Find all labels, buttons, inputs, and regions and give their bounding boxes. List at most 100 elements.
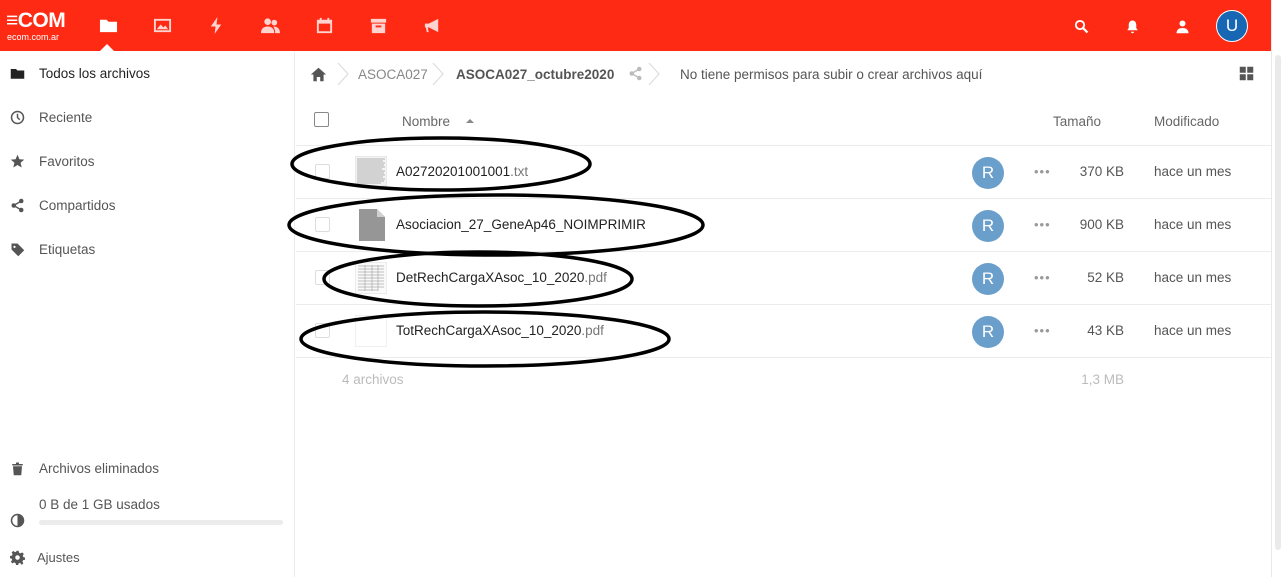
row-checkbox[interactable] — [315, 270, 330, 285]
active-app-indicator — [100, 44, 114, 51]
file-size: 900 KB — [1079, 217, 1124, 232]
sidebar-item-deleted-files[interactable]: Archivos eliminados — [0, 448, 294, 488]
file-base-name: DetRechCargaXAsoc_10_2020 — [396, 270, 585, 285]
file-modified: hace un mes — [1154, 164, 1232, 179]
sidebar-item-label: Favoritos — [39, 153, 95, 169]
sidebar-item-label: Archivos eliminados — [39, 460, 160, 476]
breadcrumb-separator-icon — [648, 62, 660, 86]
summary-file-count: 4 archivos — [342, 372, 404, 387]
sidebar-item-favorites[interactable]: Favoritos — [0, 141, 294, 181]
table-row[interactable]: TotRechCargaXAsoc_10_2020.pdf R ••• 43 K… — [296, 305, 1271, 358]
share-folder-icon[interactable] — [628, 66, 644, 82]
table-row[interactable]: A02720201001001.txt R ••• 370 KB hace un… — [296, 146, 1271, 199]
row-checkbox[interactable] — [315, 164, 330, 179]
file-size: 43 KB — [1087, 323, 1124, 338]
quota-text: 0 B de 1 GB usados — [39, 497, 160, 512]
sidebar-item-label: Compartidos — [39, 197, 116, 213]
activity-lightning-icon[interactable] — [204, 13, 228, 37]
announcement-megaphone-icon[interactable] — [420, 13, 444, 37]
pie-chart-icon — [8, 511, 26, 529]
row-checkbox[interactable] — [315, 323, 330, 338]
breadcrumb-separator-icon — [432, 62, 444, 86]
more-actions-icon[interactable]: ••• — [1034, 162, 1054, 182]
scrollbar-thumb[interactable] — [1275, 55, 1281, 550]
file-name[interactable]: A02720201001001.txt — [396, 164, 528, 179]
file-name[interactable]: TotRechCargaXAsoc_10_2020.pdf — [396, 323, 604, 338]
shared-by-avatar[interactable]: R — [972, 157, 1004, 189]
folder-icon — [8, 64, 26, 82]
gear-icon — [8, 548, 26, 566]
table-row[interactable]: DetRechCargaXAsoc_10_2020.pdf R ••• 52 K… — [296, 252, 1271, 305]
pdf-file-thumbnail-icon — [355, 262, 387, 294]
sidebar-item-label: Ajustes — [37, 549, 80, 565]
sidebar-item-label: Todos los archivos — [39, 65, 151, 81]
archive-icon[interactable] — [366, 13, 390, 37]
calendar-icon[interactable] — [312, 13, 336, 37]
contacts-menu-icon[interactable] — [1171, 15, 1193, 37]
shared-by-avatar[interactable]: R — [972, 263, 1004, 295]
pdf-file-thumbnail-icon — [355, 315, 387, 347]
file-extension: .pdf — [584, 270, 607, 285]
sidebar-item-recent[interactable]: Reciente — [0, 97, 294, 137]
more-actions-icon[interactable]: ••• — [1034, 215, 1054, 235]
column-header-modified[interactable]: Modificado — [1154, 114, 1219, 129]
grid-view-icon[interactable] — [1239, 66, 1255, 82]
file-modified: hace un mes — [1154, 323, 1232, 338]
file-size: 52 KB — [1087, 270, 1124, 285]
no-permission-message: No tiene permisos para subir o crear arc… — [680, 67, 983, 82]
file-base-name: A02720201001001 — [396, 164, 511, 179]
home-icon[interactable] — [310, 66, 327, 83]
file-icon — [359, 209, 385, 241]
file-size: 370 KB — [1079, 164, 1124, 179]
trash-icon — [8, 459, 26, 477]
column-header-size[interactable]: Tamaño — [1053, 114, 1101, 129]
summary-total-size: 1,3 MB — [1081, 372, 1124, 387]
more-actions-icon[interactable]: ••• — [1034, 268, 1054, 288]
file-name[interactable]: DetRechCargaXAsoc_10_2020.pdf — [396, 270, 607, 285]
share-icon — [8, 196, 26, 214]
breadcrumb-bar: ASOCA027 ASOCA027_octubre2020 No tiene p… — [296, 51, 1271, 97]
file-list-header: Nombre Tamaño Modificado — [296, 97, 1271, 146]
logo-text: ≡COM — [6, 9, 66, 32]
file-name[interactable]: Asociacion_27_GeneAp46_NOIMPRIMIR — [396, 217, 646, 232]
breadcrumb-parent[interactable]: ASOCA027 — [358, 67, 428, 82]
text-file-thumbnail-icon — [355, 156, 387, 187]
sidebar-item-label: Etiquetas — [39, 241, 96, 257]
more-actions-icon[interactable]: ••• — [1034, 321, 1054, 341]
breadcrumb-separator-icon — [337, 62, 349, 86]
file-extension: .txt — [510, 164, 529, 179]
page-scrollbar[interactable] — [1271, 0, 1284, 577]
sidebar-item-label: Reciente — [39, 109, 93, 125]
quota-progress-bar — [39, 520, 283, 525]
row-checkbox[interactable] — [315, 217, 330, 232]
sidebar-item-shared[interactable]: Compartidos — [0, 185, 294, 225]
file-modified: hace un mes — [1154, 270, 1232, 285]
file-list-summary: 4 archivos 1,3 MB — [296, 358, 1271, 398]
tag-icon — [8, 240, 26, 258]
table-row[interactable]: Asociacion_27_GeneAp46_NOIMPRIMIR R ••• … — [296, 199, 1271, 252]
shared-by-avatar[interactable]: R — [972, 316, 1004, 348]
user-avatar[interactable]: U — [1216, 10, 1248, 42]
quota-info: 0 B de 1 GB usados — [0, 491, 294, 531]
breadcrumb-current[interactable]: ASOCA027_octubre2020 — [456, 67, 614, 82]
sidebar-item-tags[interactable]: Etiquetas — [0, 229, 294, 269]
file-modified: hace un mes — [1154, 217, 1232, 232]
select-all-checkbox[interactable] — [314, 112, 329, 127]
star-icon — [8, 152, 26, 170]
sidebar-settings[interactable]: Ajustes — [0, 537, 294, 577]
sidebar-item-all-files[interactable]: Todos los archivos — [0, 53, 294, 93]
gallery-image-icon[interactable] — [150, 13, 174, 37]
ecom-logo[interactable]: ≡COM ecom.com.ar — [6, 9, 72, 43]
file-extension: .pdf — [581, 323, 604, 338]
app-header: ≡COM ecom.com.ar U — [0, 0, 1271, 51]
navigation-sidebar: Todos los archivos Reciente Favoritos Co… — [0, 51, 295, 577]
file-base-name: TotRechCargaXAsoc_10_2020 — [396, 323, 582, 338]
clock-icon — [8, 108, 26, 126]
notifications-bell-icon[interactable] — [1121, 15, 1143, 37]
shared-by-avatar[interactable]: R — [972, 210, 1004, 242]
files-app-folder-icon[interactable] — [96, 13, 120, 37]
logo-subtext: ecom.com.ar — [7, 32, 60, 42]
contacts-icon[interactable] — [258, 13, 282, 37]
column-header-name[interactable]: Nombre — [402, 114, 450, 129]
search-icon[interactable] — [1070, 15, 1092, 37]
